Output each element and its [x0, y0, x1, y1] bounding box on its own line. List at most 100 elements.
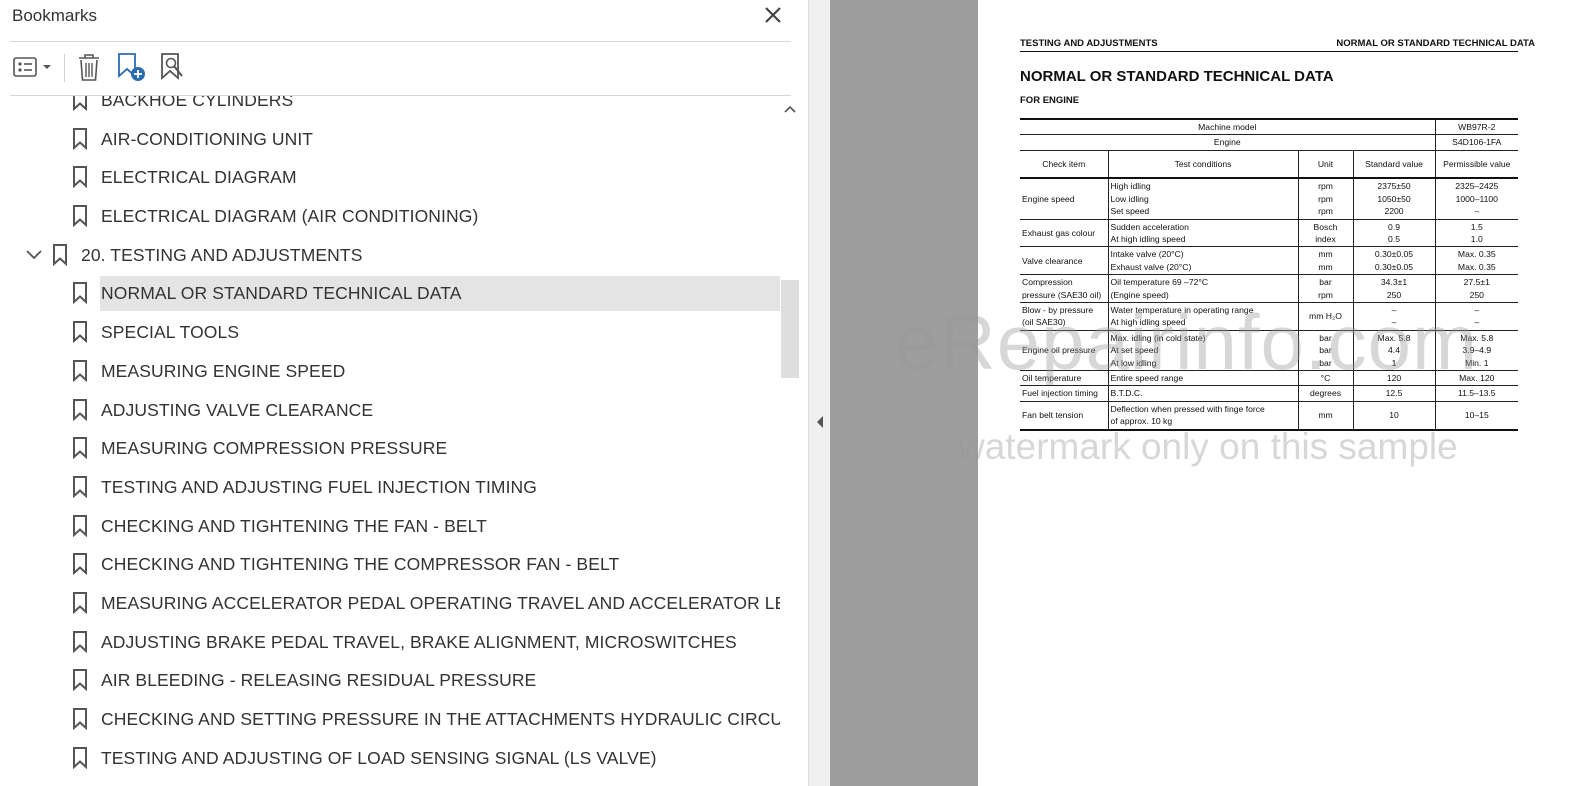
find-current-bookmark-button[interactable]	[156, 50, 190, 84]
document-viewer[interactable]: TESTING AND ADJUSTMENTS NORMAL OR STANDA…	[830, 0, 1583, 786]
permissible-value-cell: 27.5±1 250	[1434, 274, 1519, 303]
delete-bookmark-button[interactable]	[74, 50, 104, 84]
standard-value-cell: 2375±50 1050±50 2200	[1352, 177, 1436, 220]
cell-line: bar	[1319, 277, 1332, 288]
bookmark-item[interactable]: CHECKING AND SETTING PRESSURE IN THE ATT…	[0, 700, 780, 739]
standard-value-cell: – –	[1352, 301, 1436, 331]
bookmark-icon	[73, 437, 87, 460]
machine-model-value: WB97R-2	[1434, 118, 1519, 135]
bookmark-item[interactable]: AIR BLEEDING - RELEASING RESIDUAL PRESSU…	[0, 661, 780, 700]
bookmark-item[interactable]: CHECKING AND TIGHTENING THE COMPRESSOR F…	[0, 545, 780, 584]
cell-line: Max. 120	[1459, 373, 1495, 383]
bookmark-item[interactable]: 20. TESTING AND ADJUSTMENTS	[0, 236, 780, 275]
permissible-value-cell: 2325–2425 1000–1100 –	[1434, 177, 1519, 220]
new-bookmark-button[interactable]	[114, 50, 148, 84]
bookmark-label: ELECTRICAL DIAGRAM (AIR CONDITIONING)	[101, 206, 479, 227]
bookmark-icon	[73, 127, 87, 150]
bookmark-item[interactable]: SPECIAL TOOLS	[0, 313, 780, 352]
unit-cell: degrees	[1297, 385, 1354, 402]
bookmark-icon	[73, 746, 87, 769]
bookmark-item[interactable]: CHECKING AND TIGHTENING THE FAN - BELT	[0, 507, 780, 546]
cell-line: –	[1474, 304, 1480, 315]
bookmark-label: CHECKING AND TIGHTENING THE FAN - BELT	[101, 515, 487, 536]
cell-line: 1000–1100	[1455, 193, 1498, 204]
unit-cell: °C	[1297, 369, 1354, 386]
engine-label: Engine	[1020, 134, 1436, 151]
cell-line: mm H₂O	[1309, 311, 1342, 322]
cell-line: 250	[1386, 289, 1402, 300]
cell-line: Exhaust valve (20°C)	[1110, 261, 1192, 272]
bookmark-item[interactable]: ADJUSTING BRAKE PEDAL TRAVEL, BRAKE ALIG…	[0, 623, 780, 662]
bookmark-label: CHECKING AND TIGHTENING THE COMPRESSOR F…	[101, 554, 620, 575]
cell-line: 250	[1469, 289, 1484, 300]
bookmark-label: 20. TESTING AND ADJUSTMENTS	[81, 244, 363, 265]
panel-splitter[interactable]	[808, 0, 830, 786]
bookmark-label: TESTING AND ADJUSTING FUEL INJECTION TIM…	[101, 476, 538, 497]
check-item-cell: Fuel injection timing	[1020, 385, 1109, 402]
close-panel-button[interactable]	[760, 2, 786, 28]
cell-line: 2200	[1384, 206, 1404, 217]
unit-cell: mm mm	[1297, 246, 1354, 275]
bookmark-item[interactable]: TESTING AND ADJUSTING OF LOAD SENSING SI…	[0, 739, 780, 778]
permissible-value-cell: Max. 120	[1434, 369, 1519, 386]
bookmark-icon	[73, 398, 87, 421]
bookmark-item[interactable]: BACKHOE CYLINDERS	[0, 96, 780, 120]
bookmark-item[interactable]: TESTING AND ADJUSTING FUEL INJECTION TIM…	[0, 468, 780, 507]
bookmark-icon	[73, 630, 87, 653]
unit-cell: rpm rpm rpm	[1297, 177, 1354, 220]
cell-line: Deflection when pressed with finge force	[1110, 403, 1265, 414]
check-item-cell: Engine oil pressure	[1020, 329, 1109, 371]
bookmark-item[interactable]: ELECTRICAL DIAGRAM	[0, 158, 780, 197]
table-row: Blow - by pressure (oil SAE30) Water temp…	[1020, 301, 1519, 331]
cell-line: Oil temperature 69 –72°C	[1110, 277, 1209, 288]
list-options-icon	[13, 57, 51, 77]
table-row: Fan belt tension Deflection when pressed …	[1020, 400, 1519, 431]
cell-line: 1.5	[1470, 221, 1483, 232]
unit-cell: Bosch index	[1297, 218, 1354, 247]
permissible-value-cell: 1.5 1.0	[1434, 218, 1519, 247]
test-conditions-cell: Entire speed range	[1107, 369, 1299, 386]
cell-line: Max. 0.35	[1457, 261, 1496, 272]
document-page: TESTING AND ADJUSTMENTS NORMAL OR STANDA…	[978, 0, 1583, 786]
cell-line: rpm	[1318, 181, 1333, 192]
options-menu-button[interactable]	[12, 50, 56, 84]
cell-line: 34.3±1	[1380, 277, 1408, 288]
unit-cell: bar rpm	[1297, 274, 1354, 303]
standard-value-cell: 12.5	[1352, 385, 1436, 402]
test-conditions-cell: High idling Low idling Set speed	[1107, 177, 1299, 220]
cell-line: At low idling	[1110, 357, 1157, 368]
standard-value-cell: Max. 5.8 4.4 1	[1352, 329, 1436, 371]
cell-line: At high idling speed	[1110, 317, 1186, 328]
bookmark-item[interactable]: MEASURING COMPRESSION PRESSURE	[0, 429, 780, 468]
cell-line: mm	[1318, 410, 1333, 421]
col-header-check-item: Check item	[1020, 149, 1109, 180]
bookmark-item[interactable]: NORMAL OR STANDARD TECHNICAL DATA	[0, 274, 780, 313]
chevron-down-icon[interactable]	[24, 248, 44, 262]
cell-line: Max. 5.8	[1377, 332, 1411, 343]
document-subtitle: FOR ENGINE	[1020, 95, 1080, 106]
bookmark-label: MEASURING ACCELERATOR PEDAL OPERATING TR…	[101, 592, 780, 613]
check-item-cell: Valve clearance	[1020, 246, 1109, 275]
cell-line: 27.5±1	[1463, 277, 1490, 288]
bookmark-item[interactable]: MEASURING ENGINE SPEED	[0, 352, 780, 391]
bookmark-item[interactable]: ELECTRICAL DIAGRAM (AIR CONDITIONING)	[0, 197, 780, 236]
page-header-right: NORMAL OR STANDARD TECHNICAL DATA	[1336, 38, 1535, 49]
cell-line: 0.30±0.05	[1374, 261, 1414, 272]
collapse-panel-arrow-icon[interactable]	[815, 414, 825, 430]
scroll-up-arrow-icon[interactable]	[784, 104, 796, 114]
bookmark-item[interactable]: AIR-CONDITIONING UNIT	[0, 120, 780, 159]
bookmark-label: CHECKING AND SETTING PRESSURE IN THE ATT…	[101, 709, 780, 729]
cell-line: High idling	[1110, 181, 1151, 192]
permissible-value-cell: Max. 5.8 3.9–4.9 Min. 1	[1434, 329, 1519, 371]
cell-line: mm	[1318, 249, 1333, 260]
bookmark-scrollbar[interactable]	[780, 100, 800, 786]
bookmark-item[interactable]: ADJUSTING VALVE CLEARANCE	[0, 391, 780, 430]
cell-line: Intake valve (20°C)	[1110, 249, 1184, 260]
cell-line: 12.5	[1385, 388, 1403, 399]
cell-line: Entire speed range	[1110, 373, 1184, 383]
cell-line: –	[1391, 317, 1397, 328]
scroll-thumb[interactable]	[781, 280, 799, 378]
bookmark-item[interactable]: MEASURING ACCELERATOR PEDAL OPERATING TR…	[0, 584, 780, 623]
bookmark-icon	[73, 205, 87, 228]
unit-cell: mm H₂O	[1297, 301, 1354, 331]
